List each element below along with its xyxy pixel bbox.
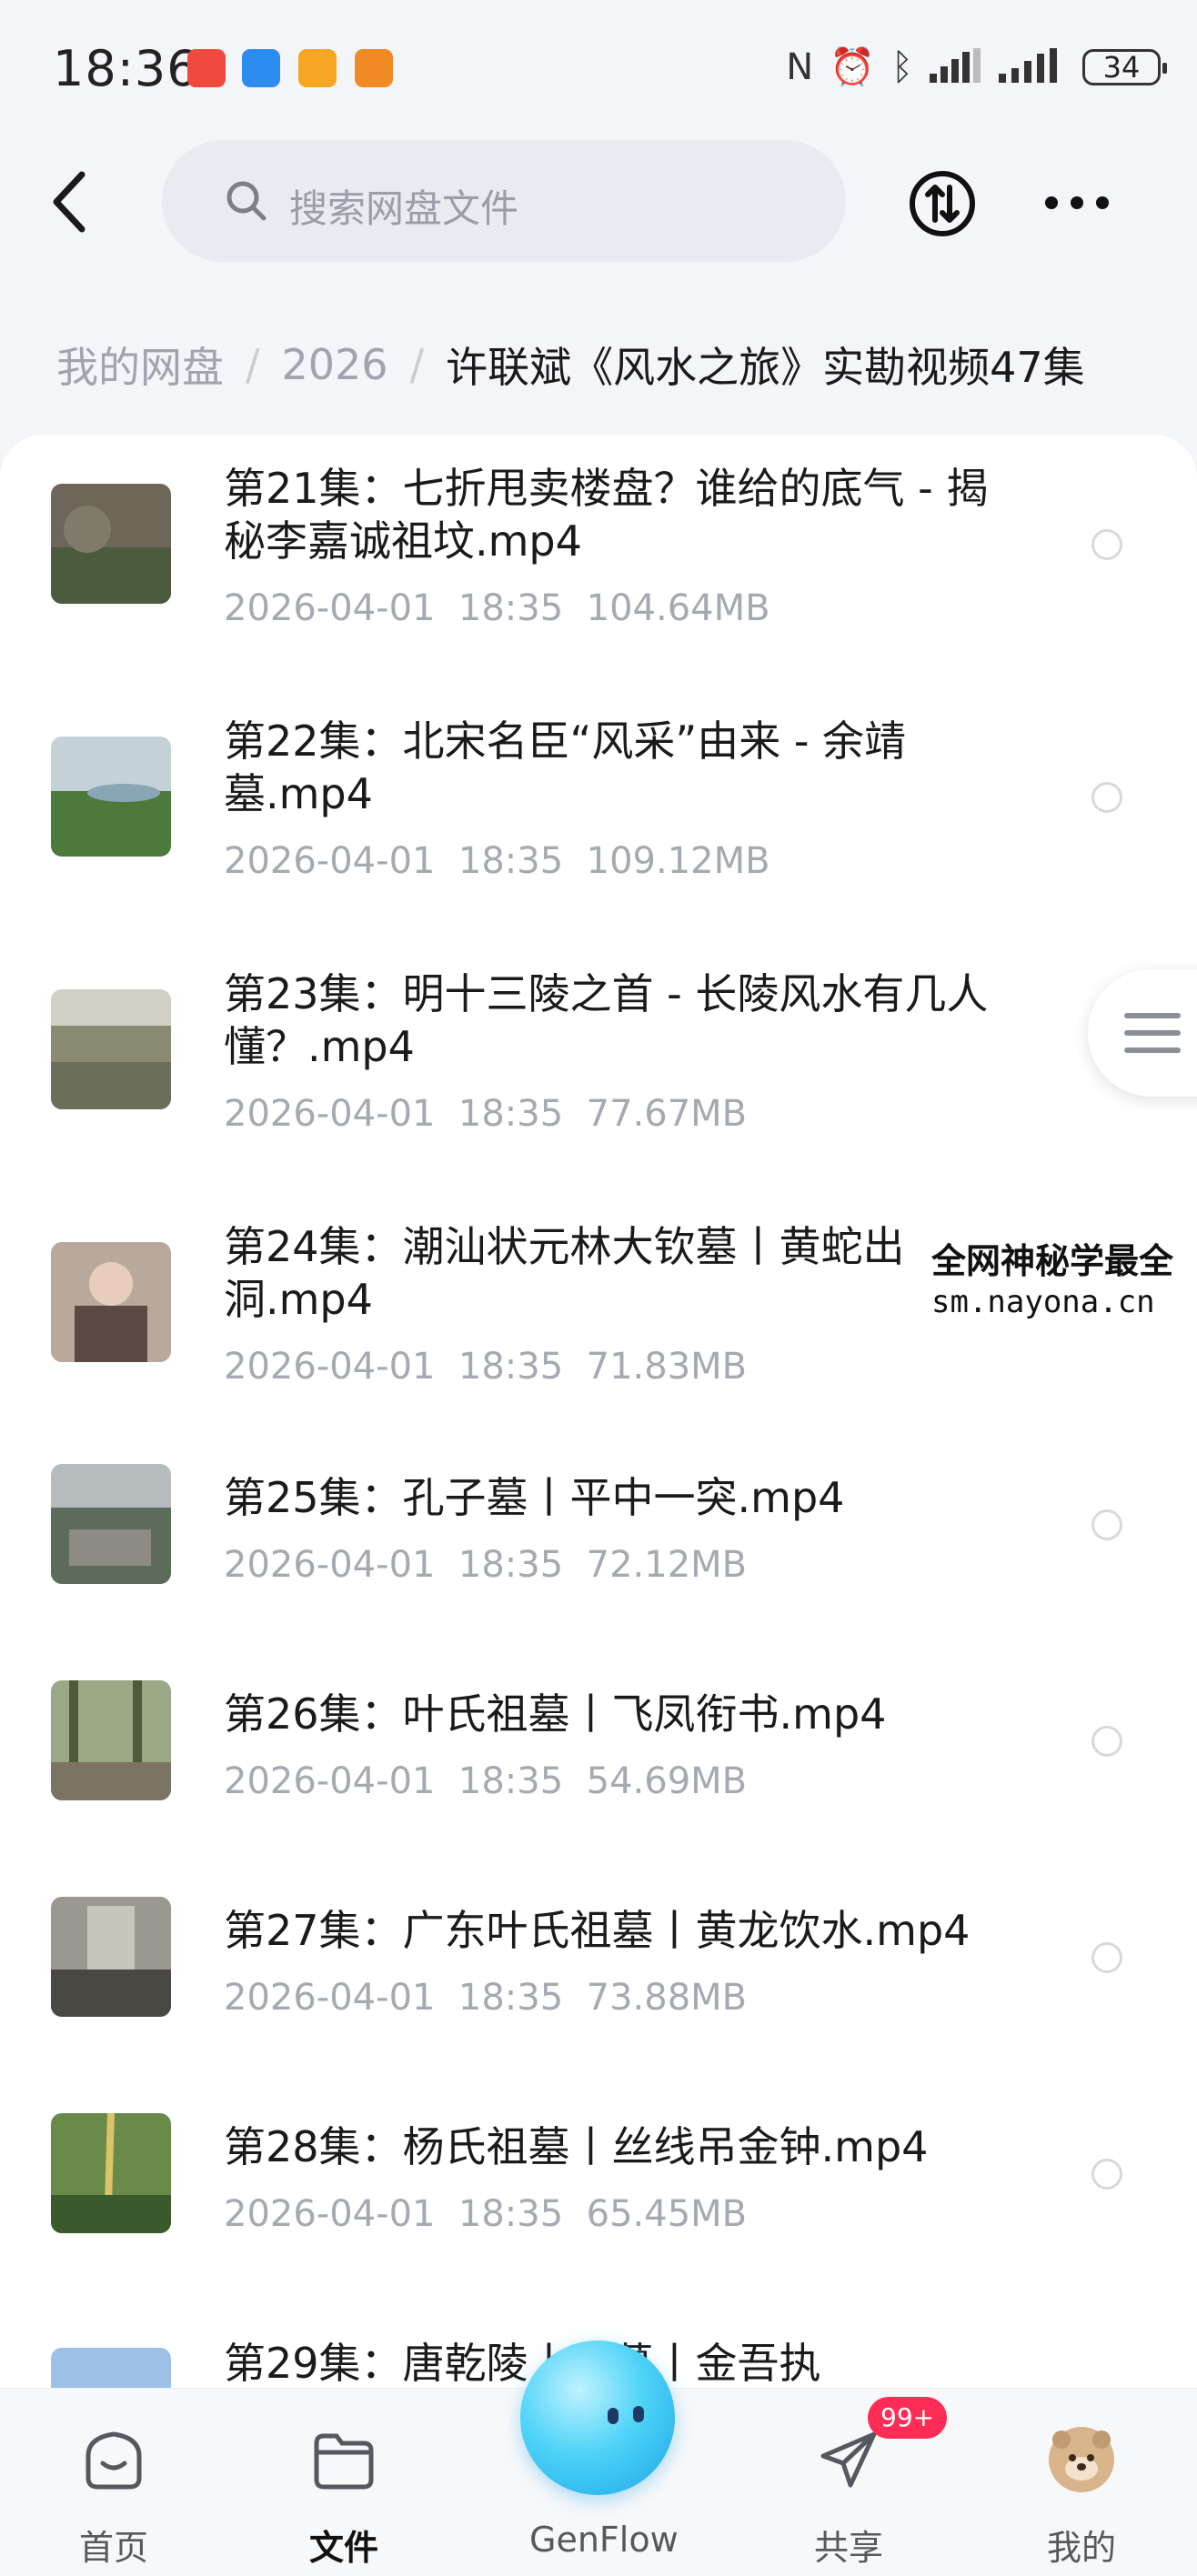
nav-me-label: 我的	[1046, 2528, 1116, 2568]
file-name: 第21集：七折甩卖楼盘？谁给的底气 - 揭秘李嘉诚祖坟.mp4	[224, 464, 989, 566]
nfc-icon: N	[786, 45, 814, 88]
watermark: 全网神秘学最全 sm.nayona.cn	[931, 1233, 1197, 1331]
file-meta: 2026-04-01 18:35 77.67MB	[224, 1093, 748, 1135]
breadcrumb-item-my-disk[interactable]: 我的网盘	[56, 335, 224, 395]
nav-share[interactable]: 共享	[780, 2425, 917, 2571]
video-thumbnail	[51, 484, 171, 604]
back-button[interactable]	[42, 164, 106, 240]
video-thumbnail	[51, 1242, 171, 1362]
nav-files[interactable]: 文件	[276, 2425, 412, 2571]
file-meta: 2026-04-01 18:35 71.83MB	[224, 1346, 748, 1388]
search-placeholder: 搜索网盘文件	[289, 186, 519, 231]
avatar	[1049, 2427, 1114, 2492]
select-radio[interactable]	[1091, 1942, 1122, 1973]
transfer-icon	[910, 171, 975, 236]
select-radio[interactable]	[1091, 1509, 1122, 1540]
chevron-left-icon	[53, 171, 86, 233]
file-meta: 2026-04-01 18:35 73.88MB	[224, 1977, 748, 2019]
file-meta: 2026-04-01 18:35 109.12MB	[224, 840, 770, 882]
nav-home-label: 首页	[78, 2528, 148, 2568]
alarm-icon: ⏰	[830, 46, 875, 88]
battery-icon: 34	[1082, 48, 1167, 85]
menu-icon	[1124, 1013, 1181, 1053]
select-radio[interactable]	[1091, 1726, 1122, 1757]
breadcrumb-separator: /	[409, 340, 425, 389]
file-name: 第25集：孔子墓丨平中一突.mp4	[224, 1473, 845, 1522]
video-thumbnail	[51, 989, 171, 1109]
signal-2-icon	[999, 47, 1066, 86]
breadcrumb: 我的网盘 / 2026 / 许联斌《风水之旅》实勘视频47集	[56, 335, 1085, 395]
video-thumbnail	[51, 737, 171, 857]
video-thumbnail	[51, 1897, 171, 2017]
file-name: 第22集：北宋名臣“风采”由来 - 余靖墓.mp4	[224, 717, 907, 818]
video-thumbnail	[51, 1464, 171, 1584]
share-badge: 99+	[868, 2397, 948, 2439]
select-radio[interactable]	[1091, 529, 1122, 560]
more-icon	[1045, 196, 1109, 209]
file-name: 第23集：明十三陵之首 - 长陵风水有几人懂？.mp4	[224, 969, 989, 1071]
signal-icon	[930, 47, 982, 86]
file-name: 第28集：杨氏祖墓丨丝线吊金钟.mp4	[224, 2122, 929, 2171]
watermark-title: 全网神秘学最全	[931, 1241, 1174, 1281]
select-radio[interactable]	[1091, 2159, 1122, 2190]
file-meta: 2026-04-01 18:35 72.12MB	[224, 1544, 748, 1586]
nav-share-label: 共享	[813, 2528, 883, 2568]
bluetooth-icon: ᛒ	[891, 45, 913, 88]
status-bar: 18:36 N ⏰ ᛒ 34	[0, 0, 1197, 136]
nav-genflow-label: GenFlow	[529, 2520, 679, 2560]
file-name: 第27集：广东叶氏祖墓丨黄龙饮水.mp4	[224, 1906, 971, 1955]
status-time: 18:36	[53, 40, 199, 97]
red-app-icon	[187, 49, 226, 87]
breadcrumb-item-year[interactable]: 2026	[282, 340, 388, 389]
file-meta: 2026-04-01 18:35 104.64MB	[224, 587, 770, 629]
mascot-eye	[633, 2406, 644, 2422]
nav-me[interactable]: 我的	[1013, 2425, 1150, 2571]
nav-files-label: 文件	[308, 2528, 378, 2568]
breadcrumb-current: 许联斌《风水之旅》实勘视频47集	[446, 343, 1085, 392]
file-meta: 2026-04-01 18:35 54.69MB	[224, 1760, 748, 1802]
watermark-url: sm.nayona.cn	[931, 1284, 1155, 1320]
genflow-mascot-icon[interactable]	[520, 2340, 675, 2495]
video-thumbnail	[51, 2113, 171, 2233]
file-meta: 2026-04-01 18:35 65.45MB	[224, 2193, 748, 2235]
search-icon	[226, 181, 267, 221]
file-name: 第26集：叶氏祖墓丨飞凤衔书.mp4	[224, 1689, 887, 1739]
video-app-icon	[298, 49, 337, 87]
home-icon	[86, 2431, 142, 2490]
folder-icon	[314, 2433, 374, 2490]
video-thumbnail	[51, 1680, 171, 1800]
search-input[interactable]: 搜索网盘文件	[162, 140, 846, 262]
file-list: 第21集：七折甩卖楼盘？谁给的底气 - 揭秘李嘉诚祖坟.mp4 2026-04-…	[0, 435, 1197, 2399]
transfer-button[interactable]	[908, 169, 977, 238]
select-radio[interactable]	[1091, 782, 1122, 813]
file-name: 第24集：潮汕状元林大钦墓丨黄蛇出洞.mp4	[224, 1222, 905, 1324]
system-icons: N ⏰ ᛒ 34	[786, 45, 1167, 88]
nav-home[interactable]: 首页	[45, 2425, 182, 2571]
orange-app-icon	[355, 49, 393, 87]
breadcrumb-separator: /	[246, 340, 260, 389]
more-button[interactable]	[1041, 187, 1113, 218]
weather-app-icon	[242, 49, 280, 87]
send-icon	[820, 2431, 877, 2488]
mascot-eye	[608, 2408, 619, 2424]
